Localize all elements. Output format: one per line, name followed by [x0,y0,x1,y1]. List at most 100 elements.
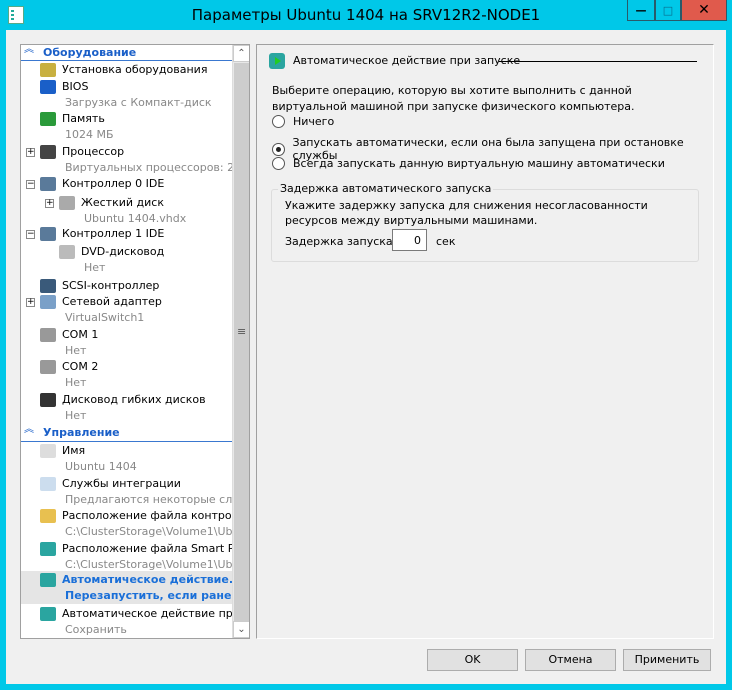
tree-item-label: Имя [62,444,86,457]
radio-nothing[interactable]: Ничего [272,115,334,128]
grip-icon: ≡ [237,325,247,338]
com-port-icon [40,360,56,374]
checkpoint-folder-icon [40,509,56,523]
tree-item-label: Расположение файла контрол... [62,509,232,522]
collapse-icon[interactable]: − [26,180,35,189]
tree-item[interactable]: − Контроллер 1 IDE [21,226,232,242]
tree-item-label: SCSI-контроллер [62,279,160,292]
delay-input[interactable] [392,229,427,251]
maximize-button[interactable]: □ [655,0,681,21]
scroll-up-button[interactable]: ⌃ [233,45,249,62]
tree-item-detail: Нет [65,409,87,422]
expand-icon[interactable]: + [26,298,35,307]
ide-controller-icon [40,227,56,241]
divider [21,60,232,61]
tree-item-detail: Нет [84,261,106,274]
tree-item-label: COM 1 [62,328,99,341]
tree-item[interactable]: BIOS Загрузка с Компакт-диск [21,79,232,111]
radio-button[interactable] [272,142,285,156]
processor-icon [40,145,56,159]
tree-section-management[interactable]: ︽ Управление [21,425,232,441]
collapse-chevron-icon[interactable]: ︽ [24,425,34,435]
auto-stop-icon [40,607,56,621]
apply-button[interactable]: Применить [623,649,711,671]
bios-icon [40,80,56,94]
tree-item-detail: Нет [65,376,87,389]
tree-item-label: DVD-дисковод [81,245,165,258]
tree-item[interactable]: − Контроллер 0 IDE [21,176,232,192]
tree-item[interactable]: COM 2 Нет [21,359,232,391]
section-label: Управление [43,426,120,439]
tree-item-label: Автоматическое действие... [62,573,232,586]
tree-item-label: BIOS [62,80,89,93]
collapse-icon[interactable]: − [26,230,35,239]
expand-icon[interactable]: + [45,199,54,208]
minimize-button[interactable]: — [627,0,655,21]
tree-item-detail: Загрузка с Компакт-диск [65,96,212,109]
tree-section-hardware[interactable]: ︽ Оборудование [21,45,232,61]
radio-button[interactable] [272,115,285,128]
scrollbar-thumb[interactable] [234,63,249,621]
tree-item-detail: Виртуальных процессоров: 2 [65,161,232,174]
tree-item-detail: C:\ClusterStorage\Volume1\Ub... [65,558,232,571]
tree-item[interactable]: Службы интеграции Предлагаются некоторые … [21,476,232,508]
tree-item-detail: C:\ClusterStorage\Volume1\Ub... [65,525,232,538]
panel-title: Автоматическое действие при запуске [293,54,521,67]
hard-disk-icon [59,196,75,210]
tree-item-detail: Предлагаются некоторые сл... [65,493,232,506]
tree-item-detail: Нет [65,344,87,357]
scroll-down-button[interactable]: ⌄ [233,621,249,638]
tree-item-detail: Сохранить [65,623,127,636]
tree-item-label: Память [62,112,105,125]
ok-button[interactable]: OK [427,649,518,671]
tree-item[interactable]: Автоматическое действие пр... Сохранить [21,606,232,638]
cancel-button[interactable]: Отмена [525,649,616,671]
tree-item-detail: Ubuntu 1404.vhdx [84,212,187,225]
tree-item[interactable]: Имя Ubuntu 1404 [21,443,232,475]
settings-panel: Автоматическое действие при запуске Выбе… [256,44,714,639]
radio-label: Всегда запускать данную виртуальную маши… [293,157,665,170]
add-hardware-icon [40,63,56,77]
collapse-chevron-icon[interactable]: ︽ [24,45,34,55]
tree-item-label: Дисковод гибких дисков [62,393,206,406]
group-description: Укажите задержку запуска для снижения не… [285,199,648,227]
tree-item[interactable]: Установка оборудования [21,62,232,78]
divider [499,61,697,62]
startup-delay-group: Задержка автоматического запуска Укажите… [271,182,699,262]
divider [21,441,232,442]
tree-scrollbar[interactable]: ≡ ⌃ ⌄ [232,45,249,638]
tree-item[interactable]: SCSI-контроллер [21,278,232,294]
auto-start-icon [269,53,285,69]
radio-button[interactable] [272,157,285,170]
integration-services-icon [40,477,56,491]
tree-item[interactable]: DVD-дисковод Нет [21,244,232,276]
tree-item[interactable]: + Процессор Виртуальных процессоров: 2 [21,144,232,176]
tree-item[interactable]: Дисковод гибких дисков Нет [21,392,232,424]
memory-icon [40,112,56,126]
tree-item[interactable]: + Жесткий диск Ubuntu 1404.vhdx [21,195,232,227]
radio-label: Ничего [293,115,335,128]
auto-start-icon [40,573,56,587]
scsi-controller-icon [40,279,56,293]
delay-unit: сек [436,235,456,248]
tree-item-label: Сетевой адаптер [62,295,162,308]
panel-description: Выберите операцию, которую вы хотите вып… [272,84,635,113]
tree-item[interactable]: Автоматическое действие... Перезапустить,… [21,572,232,604]
tree-item[interactable]: Расположение файла Smart P... C:\ClusterS… [21,541,232,573]
com-port-icon [40,328,56,342]
network-adapter-icon [40,295,56,309]
radio-always-start[interactable]: Всегда запускать данную виртуальную маши… [272,157,665,170]
smart-paging-icon [40,542,56,556]
tree-item[interactable]: COM 1 Нет [21,327,232,359]
tree-item[interactable]: Расположение файла контрол... C:\ClusterS… [21,508,232,540]
tree-item-label: Контроллер 1 IDE [62,227,165,240]
tree-item[interactable]: Память 1024 МБ [21,111,232,143]
tree-item[interactable]: + Сетевой адаптер VirtualSwitch1 [21,294,232,326]
tree-item-detail: VirtualSwitch1 [65,311,145,324]
tree-item-label: Процессор [62,145,125,158]
tree-item-label: Контроллер 0 IDE [62,177,165,190]
expand-icon[interactable]: + [26,148,35,157]
close-button[interactable]: ✕ [681,0,727,21]
window-title: Параметры Ubuntu 1404 на SRV12R2-NODE1 [191,6,541,24]
title-bar: Параметры Ubuntu 1404 на SRV12R2-NODE1 —… [0,0,732,30]
